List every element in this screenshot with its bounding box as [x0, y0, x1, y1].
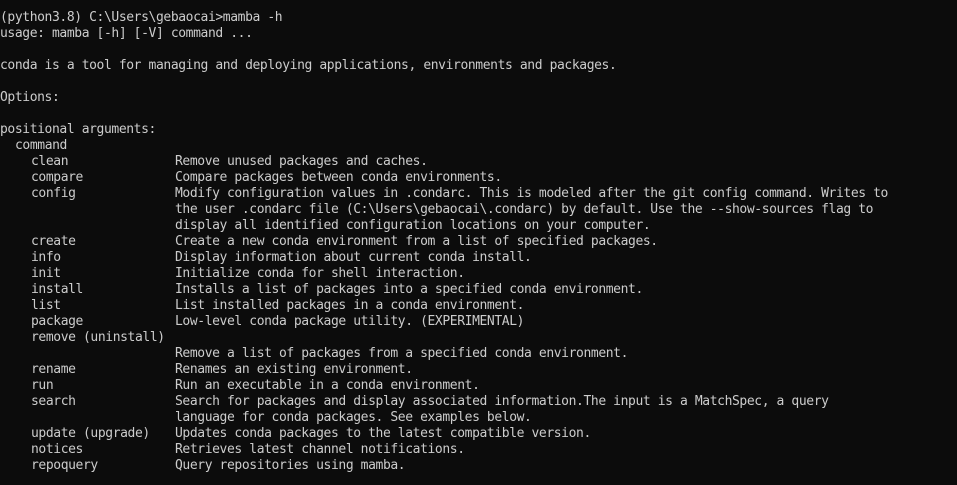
command-desc: the user .condarc file (C:\Users\gebaoca…: [175, 202, 874, 217]
positional-header: positional arguments:: [0, 122, 156, 137]
command-desc: Compare packages between conda environme…: [175, 170, 502, 185]
command-desc: Updates conda packages to the latest com…: [175, 426, 591, 441]
command-desc: Retrieves latest channel notifications.: [175, 442, 465, 457]
command-name: repoquery: [31, 458, 98, 473]
command-row: language for conda packages. See example…: [0, 410, 957, 426]
command-desc: Display information about current conda …: [175, 250, 532, 265]
command-row: install Installs a list of packages into …: [0, 282, 957, 298]
command-desc: Initialize conda for shell interaction.: [175, 266, 465, 281]
command-desc: Installs a list of packages into a speci…: [175, 282, 643, 297]
command-desc: Run an executable in a conda environment…: [175, 378, 480, 393]
command-row: search Search for packages and display as…: [0, 394, 957, 410]
command-row: config Modify configuration values in .co…: [0, 186, 957, 202]
command-name: clean: [31, 154, 69, 169]
command-name: info: [31, 250, 61, 265]
command-name: notices: [31, 442, 83, 457]
command-desc: Low-level conda package utility. (EXPERI…: [175, 314, 525, 329]
prompt-line: (python3.8) C:\Users\gebaocai>mamba -h: [0, 10, 283, 25]
command-desc: Query repositories using mamba.: [175, 458, 406, 473]
command-name: rename: [31, 362, 76, 377]
command-name: create: [31, 234, 76, 249]
command-row: the user .condarc file (C:\Users\gebaoca…: [0, 202, 957, 218]
command-row: list List installed packages in a conda e…: [0, 298, 957, 314]
command-row: info Display information about current co…: [0, 250, 957, 266]
command-row: repoquery Query repositories using mamba.: [0, 458, 957, 474]
command-row: rename Renames an existing environment.: [0, 362, 957, 378]
command-name: init: [31, 266, 61, 281]
command-desc: List installed packages in a conda envir…: [175, 298, 525, 313]
usage-line: usage: mamba [-h] [-V] command ...: [0, 26, 253, 41]
console-output: (python3.8) C:\Users\gebaocai>mamba -h u…: [0, 10, 957, 474]
command-row: remove (uninstall): [0, 330, 957, 346]
command-desc: Renames an existing environment.: [175, 362, 413, 377]
command-desc: Create a new conda environment from a li…: [175, 234, 658, 249]
command-desc: Search for packages and display associat…: [175, 394, 829, 409]
command-name: remove (uninstall): [31, 330, 165, 345]
command-name: list: [31, 298, 61, 313]
command-label: command: [15, 138, 67, 153]
command-desc: language for conda packages. See example…: [175, 410, 532, 425]
command-row: display all identified configuration loc…: [0, 218, 957, 234]
command-name: run: [31, 378, 54, 393]
command-row: Remove a list of packages from a specifi…: [0, 346, 957, 362]
command-row: notices Retrieves latest channel notifica…: [0, 442, 957, 458]
command-name: search: [31, 394, 76, 409]
options-header: Options:: [0, 90, 60, 105]
command-name: config: [31, 186, 76, 201]
command-row: run Run an executable in a conda environm…: [0, 378, 957, 394]
description-line: conda is a tool for managing and deployi…: [0, 58, 617, 73]
command-name: update (upgrade): [31, 426, 150, 441]
command-desc: display all identified configuration loc…: [175, 218, 651, 233]
command-desc: Remove a list of packages from a specifi…: [175, 346, 629, 361]
command-row: clean Remove unused packages and caches.: [0, 154, 957, 170]
terminal-window[interactable]: (python3.8) C:\Users\gebaocai>mamba -h u…: [0, 0, 957, 485]
command-row: compare Compare packages between conda en…: [0, 170, 957, 186]
command-row: init Initialize conda for shell interacti…: [0, 266, 957, 282]
command-name: install: [31, 282, 83, 297]
command-row: create Create a new conda environment fro…: [0, 234, 957, 250]
command-row: update (upgrade) Updates conda packages t…: [0, 426, 957, 442]
command-row: package Low-level conda package utility. …: [0, 314, 957, 330]
command-name: compare: [31, 170, 83, 185]
command-desc: Remove unused packages and caches.: [175, 154, 428, 169]
command-name: package: [31, 314, 83, 329]
command-desc: Modify configuration values in .condarc.…: [175, 186, 888, 201]
